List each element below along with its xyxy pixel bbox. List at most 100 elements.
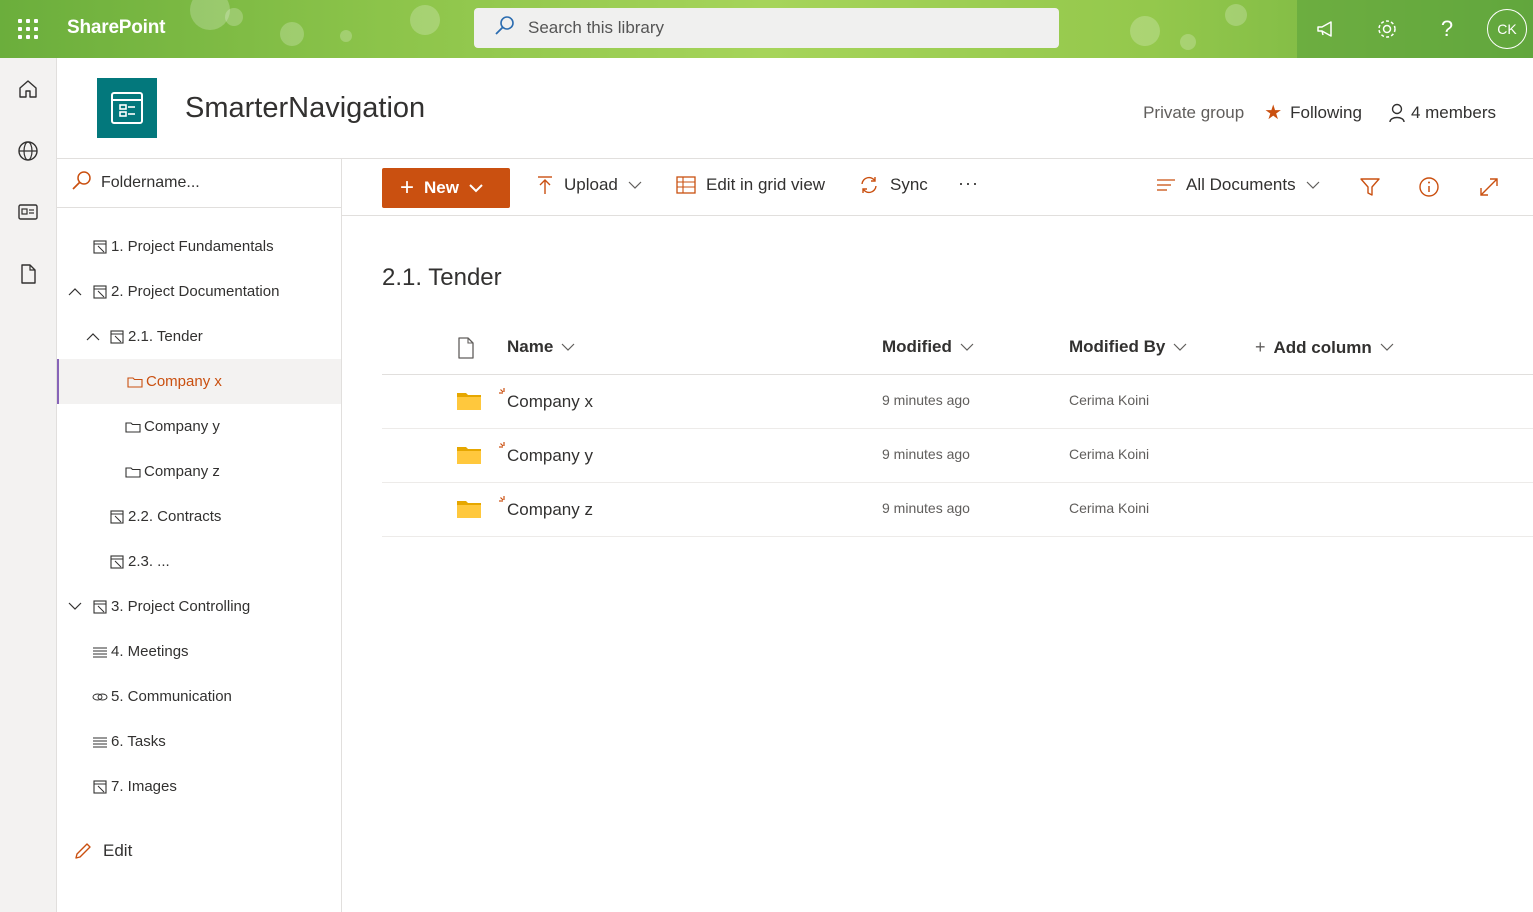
home-icon[interactable] [14,75,42,103]
row-modified-by[interactable]: Cerima Koini [1069,446,1149,462]
tree-item-communication[interactable]: 5. Communication [57,674,341,719]
chevron-down-icon [1306,181,1320,190]
command-bar: + New Upload Edit in grid view Sync ··· … [342,158,1533,216]
sync-icon [858,175,880,195]
tree-item-project-documentation[interactable]: 2. Project Documentation [57,269,341,314]
edit-label: Edit [103,841,133,860]
tree-item-label: 2.1. Tender [128,328,203,345]
search-library-input[interactable]: Search this library [474,8,1059,48]
suite-actions: ? CK [1297,0,1533,58]
search-icon [71,170,93,197]
chevron-down-icon [1173,343,1187,352]
tree-item-label: 2.3. ... [128,553,170,570]
gear-icon[interactable] [1373,15,1401,43]
column-header-modified[interactable]: Modified [882,337,974,357]
tree-item-project-controlling[interactable]: 3. Project Controlling [57,584,341,629]
tree-item-tender[interactable]: 2.1. Tender [57,314,341,359]
globe-icon[interactable] [14,137,42,165]
plus-icon: + [1255,337,1266,357]
folder-icon [127,374,143,390]
library-icon [92,599,108,615]
tree-item-tasks[interactable]: 6. Tasks [57,719,341,764]
edit-navigation-button[interactable]: Edit [73,841,132,861]
row-modified-by[interactable]: Cerima Koini [1069,392,1149,408]
tree-item-images[interactable]: 7. Images [57,764,341,809]
chevron-up-icon[interactable] [68,285,82,299]
tree-item-label: Company x [146,373,222,390]
table-row[interactable]: Company x 9 minutes ago Cerima Koini [382,375,1533,429]
column-header-name[interactable]: Name [507,337,575,357]
tree-item-project-fundamentals[interactable]: 1. Project Fundamentals [57,224,341,269]
folder-search-input[interactable]: Foldername... [57,159,341,208]
background-bubble [225,8,243,26]
chevron-up-icon[interactable] [86,330,100,344]
more-actions-button[interactable]: ··· [958,173,979,194]
members-button[interactable]: 4 members [1411,103,1496,123]
table-row[interactable]: Company z 9 minutes ago Cerima Koini [382,483,1533,537]
sync-button[interactable]: Sync [858,175,928,195]
chevron-down-icon [628,181,642,190]
chevron-down-icon[interactable] [68,600,82,614]
view-lines-icon [1156,177,1176,193]
grid-label: Edit in grid view [706,175,826,194]
column-label: Modified [882,337,952,356]
news-icon[interactable] [14,198,42,226]
tree-item-meetings[interactable]: 4. Meetings [57,629,341,674]
view-label: All Documents [1186,175,1296,194]
site-meta: Private group ★ Following 4 members [1143,100,1496,125]
new-label: New [424,178,459,197]
edit-grid-view-button[interactable]: Edit in grid view [676,175,825,195]
expand-icon[interactable] [1477,175,1501,199]
row-modified-by[interactable]: Cerima Koini [1069,500,1149,516]
search-icon [494,15,516,42]
file-type-icon[interactable] [457,337,475,364]
following-button[interactable]: Following [1290,103,1362,123]
column-header-modified-by[interactable]: Modified By [1069,337,1187,357]
person-icon[interactable] [1388,103,1406,123]
site-title[interactable]: SmarterNavigation [185,92,425,125]
avatar[interactable]: CK [1487,9,1527,49]
background-bubble [1180,34,1196,50]
new-button[interactable]: + New [382,168,510,208]
pencil-icon [73,841,93,861]
library-icon [92,284,108,300]
tree-item-company-y[interactable]: Company y [57,404,341,449]
info-icon[interactable] [1417,175,1441,199]
help-icon[interactable]: ? [1433,15,1461,43]
column-label: Add column [1273,337,1372,357]
folder-search-placeholder: Foldername... [101,174,200,191]
tree-item-label: 5. Communication [111,688,232,705]
filter-icon[interactable] [1358,175,1382,199]
megaphone-icon[interactable] [1313,15,1341,43]
grid-icon [676,175,696,195]
app-bar [0,58,57,912]
file-icon[interactable] [14,260,42,288]
library-icon [92,779,108,795]
row-name-link[interactable]: Company x [507,392,593,412]
list-icon [92,644,108,660]
row-name-link[interactable]: Company z [507,500,593,520]
view-switcher-button[interactable]: All Documents [1156,175,1320,195]
folder-icon [125,464,141,480]
list-icon [92,734,108,750]
star-icon[interactable]: ★ [1264,100,1282,125]
tree-item-company-z[interactable]: Company z [57,449,341,494]
tree-item-label: 1. Project Fundamentals [111,238,274,255]
sharepoint-brand-link[interactable]: SharePoint [67,17,166,39]
tree-item-2-3[interactable]: 2.3. ... [57,539,341,584]
site-logo[interactable] [97,78,157,138]
tree-item-label: Company z [144,463,220,480]
table-row[interactable]: Company y 9 minutes ago Cerima Koini [382,429,1533,483]
library-icon [109,509,125,525]
list-header: Name Modified Modified By + Add column [382,320,1533,375]
add-column-button[interactable]: + Add column [1255,337,1394,358]
tree-item-company-x[interactable]: Company x [57,359,341,404]
upload-button[interactable]: Upload [536,175,642,195]
row-modified: 9 minutes ago [882,446,970,462]
tree-item-contracts[interactable]: 2.2. Contracts [57,494,341,539]
row-name-link[interactable]: Company y [507,446,593,466]
tree-item-label: Company y [144,418,220,435]
chevron-down-icon [1380,343,1394,352]
app-launcher-button[interactable] [0,0,56,58]
search-placeholder: Search this library [528,18,665,37]
